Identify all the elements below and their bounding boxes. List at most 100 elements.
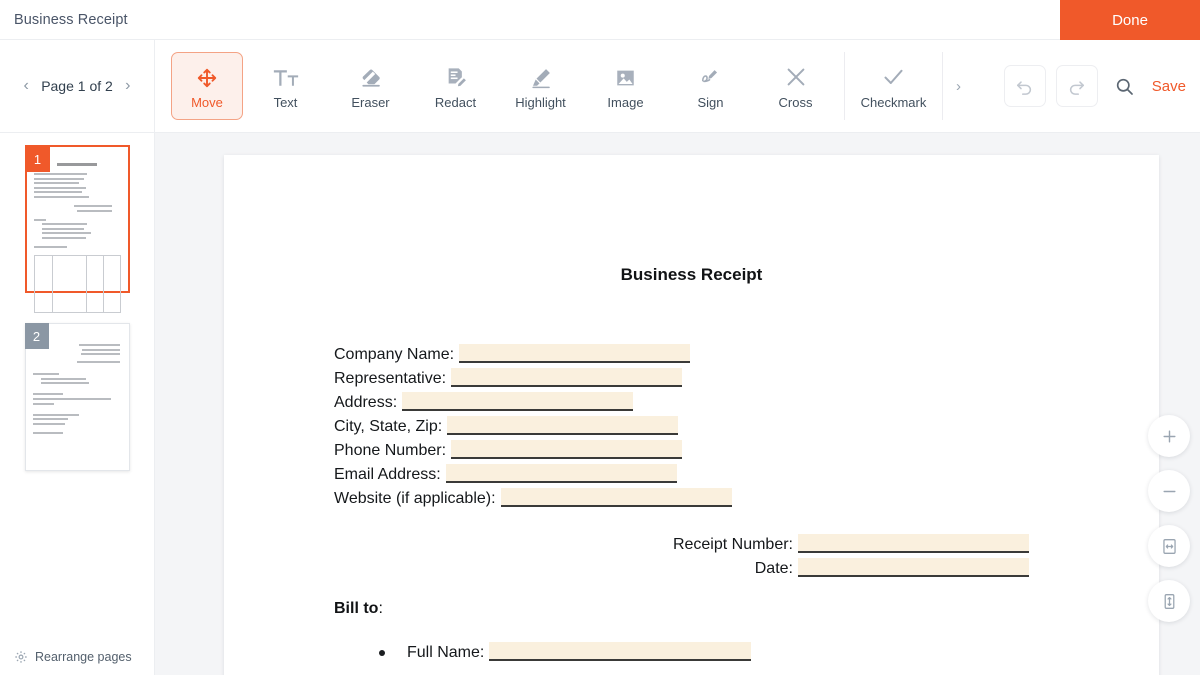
tool-eraser-label: Eraser (351, 94, 390, 110)
page-navigator: ‹ Page 1 of 2 › (0, 40, 155, 132)
tool-redact-label: Redact (434, 94, 477, 110)
list-item: Full Name: (379, 636, 1159, 662)
plus-icon (1161, 428, 1178, 445)
rearrange-pages-button[interactable]: Rearrange pages (0, 639, 154, 675)
field-label: Full Name: (407, 644, 485, 661)
field-label: Date: (754, 560, 793, 577)
field-blank-email-address[interactable] (445, 464, 677, 483)
tool-sign-label: Sign (697, 94, 724, 110)
field-blank-phone-number[interactable] (451, 440, 683, 459)
receipt-meta-fields: Receipt Number: Date: (224, 530, 1029, 578)
tool-image[interactable]: Image (583, 52, 668, 120)
top-bar: Business Receipt Done (0, 0, 1200, 40)
zoom-controls (1148, 415, 1190, 622)
prev-page-button[interactable]: ‹ (20, 78, 32, 94)
page-thumbnail-2-badge: 2 (24, 323, 49, 349)
move-icon (196, 63, 218, 89)
bill-to-heading-text: Bill to (334, 600, 379, 617)
tool-highlight-label: Highlight (515, 94, 566, 110)
company-info-fields: Company Name: Representative: Address: C… (334, 340, 1159, 508)
field-blank-date[interactable] (798, 558, 1029, 577)
minus-icon (1161, 483, 1178, 500)
document-page-1[interactable]: Business Receipt Company Name: Represent… (224, 155, 1159, 675)
fit-height-button[interactable] (1148, 580, 1190, 622)
field-row: Email Address: (334, 460, 1159, 484)
page-indicator-label: Page 1 of 2 (41, 78, 113, 94)
tool-move[interactable]: Move (171, 52, 243, 120)
document-canvas[interactable]: Business Receipt Company Name: Represent… (155, 133, 1200, 675)
document-title: Business Receipt (14, 11, 128, 28)
field-row: City, State, Zip: (334, 412, 1159, 436)
undo-button[interactable] (1003, 65, 1046, 107)
tool-sign[interactable]: Sign (668, 52, 753, 120)
redo-icon (1066, 76, 1087, 97)
field-blank-representative[interactable] (451, 368, 683, 387)
redo-button[interactable] (1055, 65, 1098, 107)
field-label: Email Address: (334, 466, 441, 483)
search-icon (1114, 76, 1135, 97)
field-blank-website[interactable] (500, 488, 732, 507)
fit-width-button[interactable] (1148, 525, 1190, 567)
bill-to-colon: : (378, 600, 383, 617)
field-row: Date: (224, 554, 1029, 578)
field-label: Address: (334, 394, 398, 411)
tool-highlight[interactable]: Highlight (498, 52, 583, 120)
undo-icon (1014, 76, 1035, 97)
page-thumbnail-1-badge: 1 (25, 146, 50, 172)
tool-list: Move Text Eraser Redact Highlight Image … (155, 40, 1004, 132)
field-row: Company Name: (334, 340, 1159, 364)
tool-eraser[interactable]: Eraser (328, 52, 413, 120)
tool-text-label: Text (273, 94, 298, 110)
done-button[interactable]: Done (1060, 0, 1200, 40)
text-icon (273, 63, 299, 89)
page-thumbnail-2[interactable]: 2 (24, 323, 130, 471)
tool-cross[interactable]: Cross (753, 52, 838, 120)
field-blank-company-name[interactable] (459, 344, 691, 363)
checkmark-icon (881, 63, 906, 89)
tool-redact[interactable]: Redact (413, 52, 498, 120)
toolbar-divider-1 (844, 52, 845, 120)
fit-width-icon (1160, 537, 1179, 556)
editor-toolbar: ‹ Page 1 of 2 › Move Text Eraser Redact … (0, 40, 1200, 133)
field-label: Website (if applicable): (334, 490, 496, 507)
toolbar-divider-2 (942, 52, 943, 120)
field-label: Representative: (334, 370, 447, 387)
redact-icon (445, 63, 467, 89)
field-row: Receipt Number: (224, 530, 1029, 554)
field-label: Receipt Number: (672, 536, 793, 553)
field-blank-full-name[interactable] (489, 642, 752, 661)
field-row: Website (if applicable): (334, 484, 1159, 508)
tool-move-label: Move (191, 94, 223, 110)
tool-checkmark[interactable]: Checkmark (851, 52, 936, 120)
image-icon (614, 63, 637, 89)
bill-to-heading: Bill to: (334, 600, 1159, 618)
save-button[interactable]: Save (1152, 78, 1188, 95)
tool-cross-label: Cross (778, 94, 813, 110)
field-blank-address[interactable] (402, 392, 634, 411)
next-page-button[interactable]: › (122, 78, 134, 94)
search-button[interactable] (1108, 69, 1142, 103)
field-label: Phone Number: (334, 442, 447, 459)
gear-icon (14, 650, 28, 664)
cross-icon (784, 63, 808, 89)
field-label: Company Name: (334, 346, 455, 363)
field-blank-city-state-zip[interactable] (447, 416, 679, 435)
signature-icon (699, 63, 723, 89)
field-blank-receipt-number[interactable] (798, 534, 1029, 553)
more-tools-button[interactable]: › (949, 78, 968, 95)
bullet-icon (379, 650, 385, 656)
bill-to-list: Full Name: (379, 636, 1159, 662)
zoom-in-button[interactable] (1148, 415, 1190, 457)
zoom-out-button[interactable] (1148, 470, 1190, 512)
rearrange-pages-label: Rearrange pages (35, 650, 132, 664)
receipt-title: Business Receipt (620, 265, 763, 284)
highlighter-icon (529, 63, 553, 89)
tool-text[interactable]: Text (243, 52, 328, 120)
tool-checkmark-label: Checkmark (860, 94, 927, 110)
field-row: Address: (334, 388, 1159, 412)
field-label: City, State, Zip: (334, 418, 443, 435)
page-thumbnail-1[interactable]: 1 (24, 145, 130, 313)
page-thumbnail-pane: 1 2 Rearrange pages (0, 133, 155, 675)
eraser-icon (359, 63, 383, 89)
tool-image-label: Image (607, 94, 644, 110)
